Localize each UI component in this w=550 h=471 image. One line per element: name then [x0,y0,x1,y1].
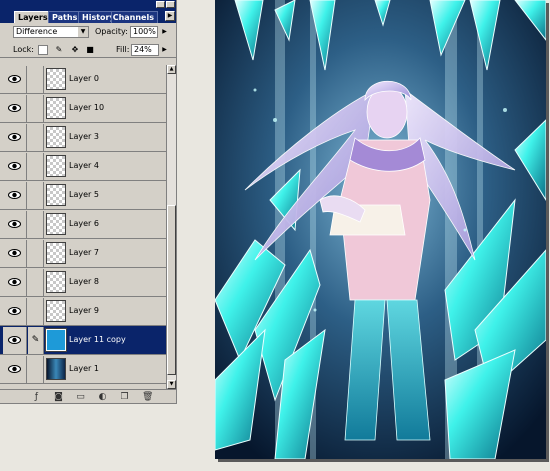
layer-thumbnail [46,126,66,148]
layer-row[interactable]: Layer 1 [0,355,166,384]
opacity-field[interactable]: 100% [130,26,158,38]
lock-label: Lock: [13,45,34,54]
fill-slider-arrow-icon[interactable]: ▶ [160,44,169,56]
layer-name: Layer 1 [69,364,99,373]
palette-titlebar[interactable] [0,0,176,9]
eye-icon[interactable] [3,153,27,180]
layer-name: Layer 8 [69,277,99,286]
layer-thumbnail [46,358,66,380]
layer-row-selected[interactable]: ✎ Layer 11 copy [0,326,166,355]
layer-name: Layer 0 [69,74,99,83]
lock-fill-row: Lock: ✎ ✥ ■ Fill: 24% ▶ [0,42,176,58]
lock-all-padlock-icon[interactable]: ■ [85,45,95,55]
layer-list-scrollbar[interactable]: ▲ ▼ [166,65,176,389]
tab-layers[interactable]: Layers [14,11,52,23]
layer-row[interactable]: Layer 4 [0,152,166,181]
scroll-up-icon[interactable]: ▲ [167,65,176,74]
layers-palette: Layers Paths History Channels ▶ Differen… [0,0,177,404]
link-slot[interactable] [28,298,44,325]
eye-icon[interactable] [3,298,27,325]
fill-label: Fill: [116,45,130,54]
link-slot[interactable] [28,211,44,238]
layer-thumbnail [46,213,66,235]
link-slot[interactable] [28,124,44,151]
layer-row[interactable]: Layer 7 [0,239,166,268]
blend-mode-value: Difference [16,27,58,36]
link-slot[interactable] [28,95,44,122]
layer-list: Layer 0 Layer 10 Layer 3 Layer 4 Layer 5 [0,65,166,389]
artwork-illustration [215,0,546,459]
adjustment-layer-icon[interactable]: ◐ [97,392,108,402]
minimize-button[interactable] [156,1,165,8]
lock-image-brush-icon[interactable]: ✎ [54,45,64,55]
eye-icon[interactable] [3,124,27,151]
eye-icon[interactable] [3,269,27,296]
tab-paths[interactable]: Paths [48,11,82,23]
new-layer-icon[interactable]: ❐ [119,392,130,402]
eye-icon[interactable] [3,240,27,267]
eye-icon[interactable] [3,182,27,209]
layer-thumbnail [46,184,66,206]
fill-field[interactable]: 24% [131,44,159,56]
layer-name: Layer 4 [69,161,99,170]
tab-channels-label: Channels [112,13,154,22]
layer-actions-bar: ƒ ◙ ▭ ◐ ❐ 🗑 [0,389,176,403]
brush-icon[interactable]: ✎ [28,327,44,354]
layer-thumbnail [46,242,66,264]
eye-icon[interactable] [3,66,27,93]
mask-icon[interactable]: ◙ [53,392,64,402]
eye-icon[interactable] [3,211,27,238]
opacity-label: Opacity: [95,27,128,36]
link-slot[interactable] [28,153,44,180]
lock-transparency-checkbox[interactable] [38,45,48,55]
link-slot[interactable] [28,356,44,383]
blend-mode-select[interactable]: Difference ▼ [13,26,89,38]
trash-icon[interactable]: 🗑 [142,392,153,402]
layer-row[interactable]: Layer 8 [0,268,166,297]
close-button[interactable] [166,1,175,8]
layer-style-icon[interactable]: ƒ [31,392,42,402]
layer-row[interactable]: Layer 6 [0,210,166,239]
layer-thumbnail [46,68,66,90]
eye-icon[interactable] [3,327,27,354]
layer-thumbnail [46,300,66,322]
layer-name: Layer 3 [69,132,99,141]
layer-name: Layer 10 [69,103,105,112]
layer-thumbnail [45,328,67,352]
layer-name: Layer 11 copy [69,335,126,344]
chevron-down-icon: ▼ [78,27,88,37]
link-slot[interactable] [28,269,44,296]
link-slot[interactable] [28,182,44,209]
layer-row[interactable]: Layer 0 [0,65,166,94]
layer-name: Layer 6 [69,219,99,228]
layer-name: Layer 9 [69,306,99,315]
opacity-slider-arrow-icon[interactable]: ▶ [160,26,169,38]
layer-thumbnail [46,271,66,293]
layer-row[interactable]: Layer 3 [0,123,166,152]
layer-name: Layer 7 [69,248,99,257]
new-set-icon[interactable]: ▭ [75,392,86,402]
tab-channels[interactable]: Channels [111,11,158,23]
blend-opacity-row: Difference ▼ Opacity: 100% ▶ [0,24,176,42]
scrollbar-thumb[interactable] [167,205,176,375]
eye-icon[interactable] [3,356,27,383]
layer-row[interactable]: Layer 5 [0,181,166,210]
palette-menu-button[interactable]: ▶ [165,11,175,21]
scroll-down-icon[interactable]: ▼ [167,380,176,389]
palette-tabs: Layers Paths History Channels ▶ [0,9,176,23]
layer-row[interactable]: Layer 9 [0,297,166,326]
eye-icon[interactable] [3,95,27,122]
layer-thumbnail [46,97,66,119]
layer-row[interactable]: Layer 10 [0,94,166,123]
layer-thumbnail [46,155,66,177]
layer-name: Layer 5 [69,190,99,199]
link-slot[interactable] [28,66,44,93]
lock-position-move-icon[interactable]: ✥ [70,45,80,55]
document-canvas[interactable] [215,0,546,459]
link-slot[interactable] [28,240,44,267]
